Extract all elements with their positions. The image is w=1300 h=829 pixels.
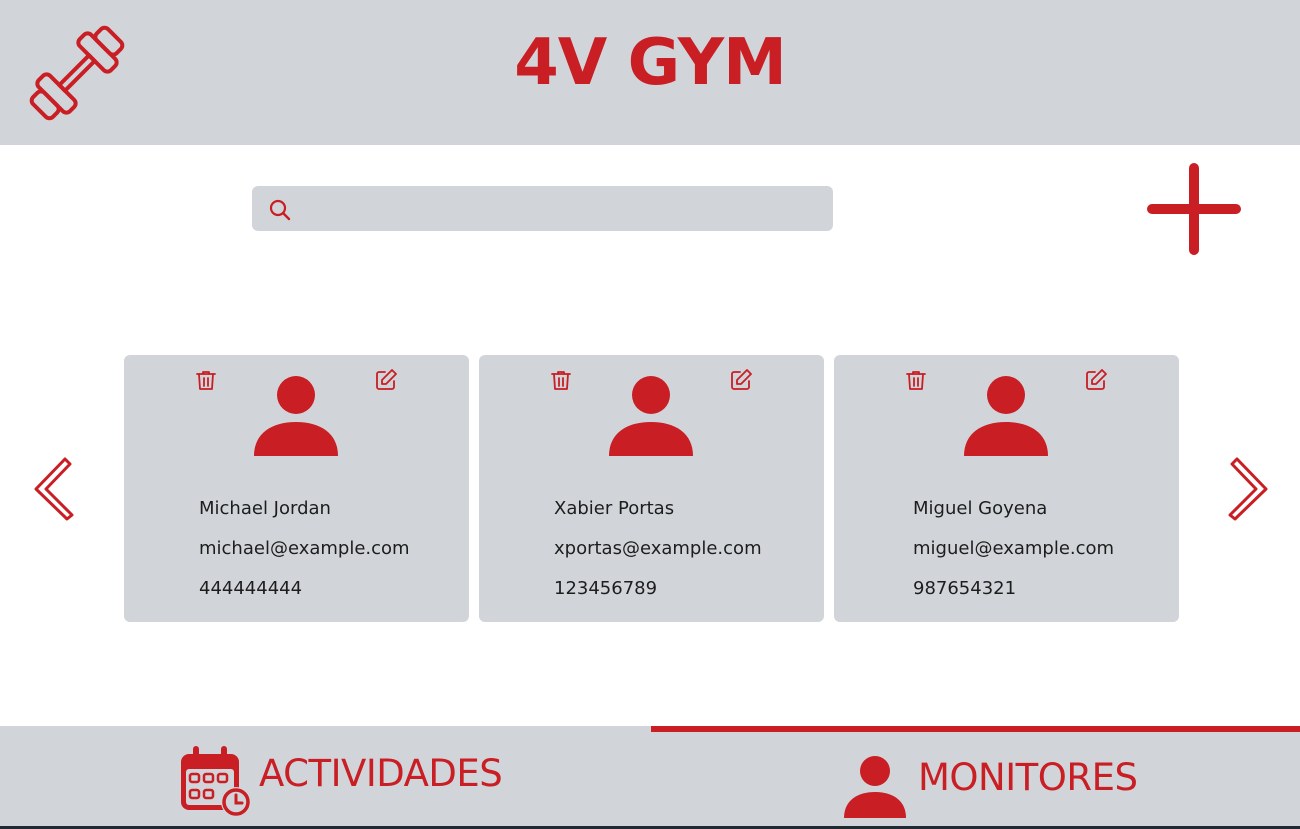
- monitor-name: Xabier Portas: [554, 498, 675, 519]
- avatar: [609, 376, 693, 456]
- monitor-phone: 987654321: [913, 578, 1017, 599]
- bottom-tab-bar: ACTIVIDADES MONITORES: [0, 726, 1300, 826]
- monitor-phone: 444444444: [199, 578, 303, 599]
- plus-icon: [1147, 163, 1241, 255]
- calendar-clock-icon: [181, 746, 251, 817]
- tab-monitores-label: MONITORES: [918, 756, 1138, 799]
- trash-icon[interactable]: [904, 368, 928, 392]
- tab-actividades[interactable]: ACTIVIDADES: [0, 726, 650, 826]
- trash-icon[interactable]: [194, 368, 218, 392]
- chevron-left-icon: [34, 457, 74, 521]
- search-icon: [269, 199, 291, 221]
- app-title: 4V GYM: [514, 26, 787, 100]
- carousel-prev-button[interactable]: [32, 455, 76, 523]
- edit-icon[interactable]: [374, 368, 398, 392]
- carousel-next-button[interactable]: [1226, 455, 1270, 523]
- avatar: [254, 376, 338, 456]
- monitor-card: Miguel Goyena miguel@example.com 9876543…: [834, 355, 1179, 622]
- monitor-name: Michael Jordan: [199, 498, 331, 519]
- monitor-email: michael@example.com: [199, 538, 410, 559]
- user-icon: [844, 756, 906, 818]
- header-bar: 4V GYM: [0, 0, 1300, 145]
- monitor-phone: 123456789: [554, 578, 658, 599]
- monitor-card: Xabier Portas xportas@example.com 123456…: [479, 355, 824, 622]
- trash-icon[interactable]: [549, 368, 573, 392]
- search-input[interactable]: [252, 186, 833, 231]
- add-monitor-button[interactable]: [1146, 162, 1242, 256]
- search-bar[interactable]: [252, 186, 833, 231]
- monitor-email: xportas@example.com: [554, 538, 762, 559]
- monitor-card: Michael Jordan michael@example.com 44444…: [124, 355, 469, 622]
- monitor-name: Miguel Goyena: [913, 498, 1048, 519]
- edit-icon[interactable]: [1084, 368, 1108, 392]
- monitor-email: miguel@example.com: [913, 538, 1115, 559]
- avatar: [964, 376, 1048, 456]
- edit-icon[interactable]: [729, 368, 753, 392]
- app-window: 4V GYM Michael Jordan michael@example.co…: [0, 0, 1300, 826]
- chevron-right-icon: [1228, 457, 1268, 521]
- tab-monitores[interactable]: MONITORES: [651, 726, 1300, 826]
- tab-actividades-label: ACTIVIDADES: [259, 752, 503, 795]
